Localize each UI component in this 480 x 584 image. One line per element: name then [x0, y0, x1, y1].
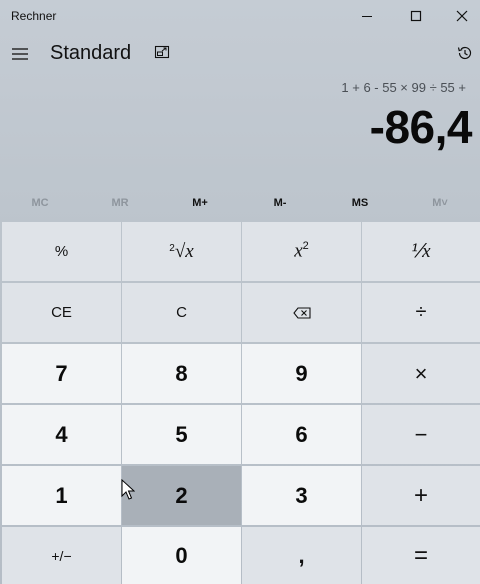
square-root-symbol: √x [174, 240, 194, 262]
memory-row: MC MR M+ M- MS M˅ [0, 188, 480, 218]
digit-5-button[interactable]: 5 [122, 405, 241, 464]
keep-on-top-icon [154, 45, 170, 59]
square-exponent: 2 [302, 240, 309, 253]
square-label: x2 [294, 240, 309, 262]
percent-button[interactable]: % [2, 222, 121, 281]
calculator-header: Standard [0, 32, 480, 76]
minimize-icon [362, 16, 372, 17]
keypad: % 2√x x2 ⅟x CE C ÷ 7 8 9 × 4 5 6 − 1 2 3… [0, 221, 480, 584]
digit-2-button[interactable]: 2 [122, 466, 241, 525]
clear-entry-button[interactable]: CE [2, 283, 121, 342]
decimal-button[interactable]: , [242, 527, 361, 584]
digit-4-button[interactable]: 4 [2, 405, 121, 464]
square-root-button[interactable]: 2√x [122, 222, 241, 281]
digit-8-button[interactable]: 8 [122, 344, 241, 403]
divide-button[interactable]: ÷ [362, 283, 480, 342]
title-bar: Rechner [0, 0, 480, 32]
square-base: x [294, 240, 303, 262]
reciprocal-button[interactable]: ⅟x [362, 222, 480, 281]
add-button[interactable]: + [362, 466, 480, 525]
digit-3-button[interactable]: 3 [242, 466, 361, 525]
result-display: -86,4 [369, 101, 473, 153]
digit-7-button[interactable]: 7 [2, 344, 121, 403]
memory-list-button[interactable]: M˅ [400, 188, 480, 218]
multiply-button[interactable]: × [362, 344, 480, 403]
minimize-button[interactable] [344, 0, 390, 32]
keep-on-top-button[interactable] [150, 40, 174, 64]
mouse-cursor-icon [121, 479, 135, 500]
negate-button[interactable]: +/− [2, 527, 121, 584]
history-button[interactable] [452, 40, 478, 66]
close-button[interactable] [439, 0, 480, 32]
clear-button[interactable]: C [122, 283, 241, 342]
memory-recall-button[interactable]: MR [80, 188, 160, 218]
memory-add-button[interactable]: M+ [160, 188, 240, 218]
memory-store-button[interactable]: MS [320, 188, 400, 218]
square-root-label: 2√x [169, 241, 193, 263]
window-title: Rechner [11, 9, 57, 23]
digit-1-button[interactable]: 1 [2, 466, 121, 525]
square-button[interactable]: x2 [242, 222, 361, 281]
maximize-icon [410, 10, 422, 22]
digit-6-button[interactable]: 6 [242, 405, 361, 464]
close-icon [456, 10, 468, 22]
digit-9-button[interactable]: 9 [242, 344, 361, 403]
backspace-button[interactable] [242, 283, 361, 342]
reciprocal-label: ⅟x [411, 241, 431, 262]
hamburger-icon [12, 48, 28, 60]
memory-clear-button[interactable]: MC [0, 188, 80, 218]
digit-0-button[interactable]: 0 [122, 527, 241, 584]
navigation-menu-button[interactable] [6, 36, 34, 72]
mode-title: Standard [50, 42, 132, 64]
maximize-button[interactable] [393, 0, 439, 32]
subtract-button[interactable]: − [362, 405, 480, 464]
memory-subtract-button[interactable]: M- [240, 188, 320, 218]
expression-display: 1 + 6 - 55 × 99 ÷ 55 + [341, 80, 466, 95]
backspace-icon [292, 306, 311, 319]
equals-button[interactable]: = [362, 527, 480, 584]
history-icon [457, 46, 472, 60]
